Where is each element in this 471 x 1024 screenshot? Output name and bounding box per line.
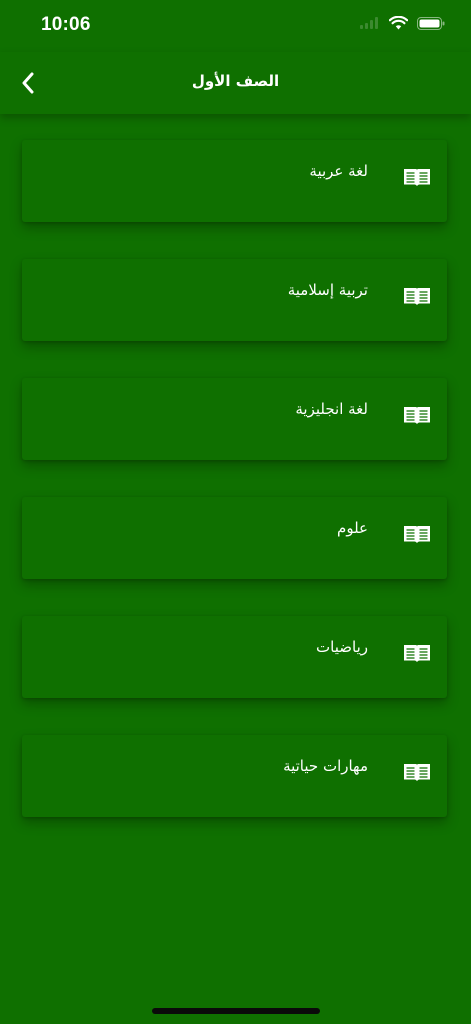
subject-list: لغة عربية تربية إسلامية لغة انجليزية علو… [22, 140, 447, 854]
subject-label: لغة انجليزية [295, 400, 368, 418]
nav-bar: الصف الأول [0, 52, 471, 114]
book-icon [404, 169, 430, 186]
book-icon [404, 764, 430, 781]
book-icon [404, 645, 430, 662]
book-icon [404, 407, 430, 424]
subject-card-islamic[interactable]: تربية إسلامية [22, 259, 447, 341]
book-icon [404, 288, 430, 305]
subject-label: تربية إسلامية [287, 281, 368, 299]
subject-card-life-skills[interactable]: مهارات حياتية [22, 735, 447, 817]
wifi-icon [389, 16, 408, 30]
battery-icon [417, 16, 445, 30]
signal-icon [360, 17, 378, 29]
status-bar: 10:06 [0, 0, 471, 52]
book-icon [404, 526, 430, 543]
subject-card-english[interactable]: لغة انجليزية [22, 378, 447, 460]
home-indicator[interactable] [152, 1008, 320, 1014]
subject-card-arabic[interactable]: لغة عربية [22, 140, 447, 222]
subject-label: رياضيات [316, 638, 368, 656]
status-icons [360, 16, 445, 30]
page-title: الصف الأول [191, 72, 280, 90]
status-time: 10:06 [41, 14, 91, 35]
subject-card-science[interactable]: علوم [22, 497, 447, 579]
subject-card-math[interactable]: رياضيات [22, 616, 447, 698]
subject-label: لغة عربية [309, 162, 368, 180]
subject-label: مهارات حياتية [283, 757, 368, 775]
subject-label: علوم [337, 519, 368, 537]
